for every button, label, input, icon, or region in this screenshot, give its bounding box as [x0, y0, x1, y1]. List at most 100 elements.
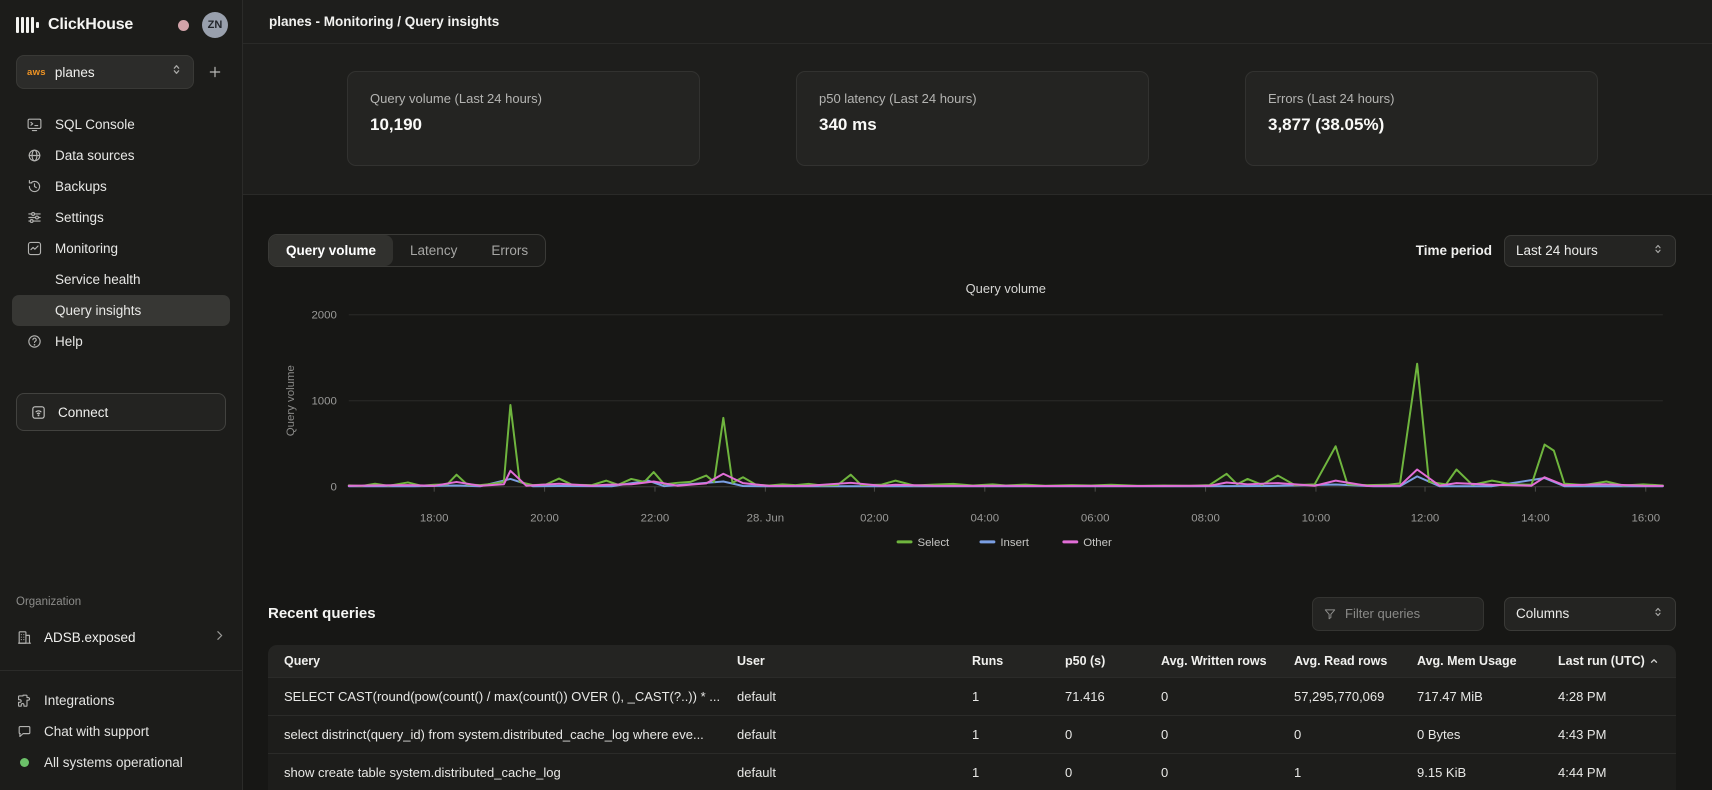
service-selector[interactable]: aws planes — [16, 55, 194, 89]
sidebar-item-settings[interactable]: Settings — [12, 202, 230, 233]
sidebar-item-sql-console[interactable]: SQL Console — [12, 109, 230, 140]
organization-label: Organization — [16, 596, 226, 608]
status-ok-icon — [16, 754, 33, 771]
sidebar-footer: Integrations Chat with support All syste… — [0, 671, 242, 790]
recent-queries-title: Recent queries — [268, 605, 376, 622]
organization-name: ADSB.exposed — [44, 630, 136, 645]
organization-block: Organization ADSB.exposed — [16, 596, 226, 654]
x-tick-label: 20:00 — [530, 512, 559, 524]
sidebar: ClickHouse ZN aws planes SQL Console — [0, 0, 243, 790]
service-selector-row: aws planes — [16, 55, 228, 89]
table-header-row: Query User Runs p50 (s) Avg. Written row… — [268, 645, 1676, 677]
card-label: Errors (Last 24 hours) — [1268, 91, 1575, 106]
chevron-updown-icon — [170, 63, 183, 81]
column-header-avg-read[interactable]: Avg. Read rows — [1294, 654, 1417, 668]
sidebar-item-label: Backups — [55, 179, 107, 194]
connect-label: Connect — [58, 405, 108, 420]
time-period-select[interactable]: Last 24 hours — [1504, 235, 1676, 267]
sidebar-spacer — [0, 431, 242, 596]
card-label: Query volume (Last 24 hours) — [370, 91, 677, 106]
tab-latency[interactable]: Latency — [393, 235, 474, 266]
monitoring-chart-icon — [26, 240, 43, 257]
connect-button[interactable]: Connect — [16, 393, 226, 431]
connect-icon — [30, 404, 47, 421]
help-icon — [26, 333, 43, 350]
sidebar-item-monitoring[interactable]: Monitoring — [12, 233, 230, 264]
column-header-query[interactable]: Query — [268, 654, 737, 668]
cell-avg-mem: 717.47 MiB — [1417, 689, 1558, 704]
tab-query-volume[interactable]: Query volume — [269, 235, 393, 266]
cell-user: default — [737, 765, 972, 780]
chart-tabs: Query volume Latency Errors — [268, 234, 546, 267]
cell-query: show create table system.distributed_cac… — [268, 765, 737, 780]
x-tick-label: 08:00 — [1191, 512, 1220, 524]
recent-queries-header: Recent queries Columns — [268, 597, 1676, 631]
service-name: planes — [55, 65, 161, 80]
sidebar-item-data-sources[interactable]: Data sources — [12, 140, 230, 171]
cell-avg-mem: 0 Bytes — [1417, 727, 1558, 742]
recent-queries-table: Query User Runs p50 (s) Avg. Written row… — [268, 645, 1676, 790]
x-tick-label: 16:00 — [1631, 512, 1660, 524]
cell-runs: 1 — [972, 765, 1065, 780]
system-status-item[interactable]: All systems operational — [16, 747, 226, 778]
sidebar-item-label: Service health — [55, 272, 141, 287]
table-row[interactable]: select distrinct(query_id) from system.d… — [268, 715, 1676, 753]
cell-last-run: 4:44 PM — [1558, 765, 1676, 780]
sidebar-item-integrations[interactable]: Integrations — [16, 685, 226, 716]
legend-item-insert[interactable]: Insert — [979, 536, 1029, 548]
puzzle-icon — [16, 692, 33, 709]
chevron-updown-icon — [1652, 243, 1664, 258]
cell-avg-mem: 9.15 KiB — [1417, 765, 1558, 780]
terminal-icon — [26, 116, 43, 133]
globe-icon — [26, 147, 43, 164]
legend-item-select[interactable]: Select — [897, 536, 950, 548]
tab-errors[interactable]: Errors — [474, 235, 545, 266]
column-header-avg-mem[interactable]: Avg. Mem Usage — [1417, 654, 1558, 668]
building-icon — [16, 629, 33, 646]
card-p50-latency: p50 latency (Last 24 hours) 340 ms — [796, 71, 1149, 166]
column-header-p50[interactable]: p50 (s) — [1065, 654, 1161, 668]
cell-query: SELECT CAST(round(pow(count() / max(coun… — [268, 689, 737, 704]
series-line-select — [349, 363, 1663, 485]
sidebar-item-query-insights[interactable]: Query insights — [12, 295, 230, 326]
column-header-avg-written[interactable]: Avg. Written rows — [1161, 654, 1294, 668]
organization-item[interactable]: ADSB.exposed — [16, 620, 226, 654]
avatar[interactable]: ZN — [202, 12, 228, 38]
cell-p50: 0 — [1065, 765, 1161, 780]
legend-item-other[interactable]: Other — [1062, 536, 1112, 548]
chevron-updown-icon — [1652, 606, 1664, 621]
metric-cards-strip: Query volume (Last 24 hours) 10,190 p50 … — [243, 44, 1712, 195]
time-period-label: Time period — [1416, 243, 1492, 258]
column-header-last-run[interactable]: Last run (UTC) — [1558, 654, 1676, 668]
legend-dash — [1062, 540, 1078, 543]
logo-row: ClickHouse ZN — [0, 0, 242, 38]
column-header-user[interactable]: User — [737, 654, 972, 668]
sidebar-item-label: SQL Console — [55, 117, 135, 132]
table-row[interactable]: show create table system.distributed_cac… — [268, 753, 1676, 790]
sidebar-item-backups[interactable]: Backups — [12, 171, 230, 202]
sidebar-item-label: Settings — [55, 210, 104, 225]
card-errors: Errors (Last 24 hours) 3,877 (38.05%) — [1245, 71, 1598, 166]
x-tick-label: 10:00 — [1302, 512, 1331, 524]
filter-queries-input[interactable] — [1345, 606, 1473, 621]
y-tick-label: 0 — [331, 481, 337, 493]
aws-icon: aws — [27, 67, 46, 78]
sidebar-item-service-health[interactable]: Service health — [12, 264, 230, 295]
filter-queries-box — [1312, 597, 1484, 631]
chart-title: Query volume — [966, 280, 1046, 295]
column-header-runs[interactable]: Runs — [972, 654, 1065, 668]
sidebar-item-label: Query insights — [55, 303, 141, 318]
sidebar-item-help[interactable]: Help — [12, 326, 230, 357]
x-tick-label: 28. Jun — [747, 512, 784, 524]
add-service-button[interactable] — [202, 55, 228, 89]
cell-user: default — [737, 727, 972, 742]
chart-ylabel: Query volume — [285, 365, 297, 436]
sidebar-item-chat-support[interactable]: Chat with support — [16, 716, 226, 747]
cell-avg-written: 0 — [1161, 765, 1294, 780]
columns-select[interactable]: Columns — [1504, 597, 1676, 631]
cell-query: select distrinct(query_id) from system.d… — [268, 727, 737, 742]
cell-avg-written: 0 — [1161, 727, 1294, 742]
table-row[interactable]: SELECT CAST(round(pow(count() / max(coun… — [268, 677, 1676, 715]
y-tick-label: 2000 — [311, 309, 336, 321]
cell-p50: 71.416 — [1065, 689, 1161, 704]
